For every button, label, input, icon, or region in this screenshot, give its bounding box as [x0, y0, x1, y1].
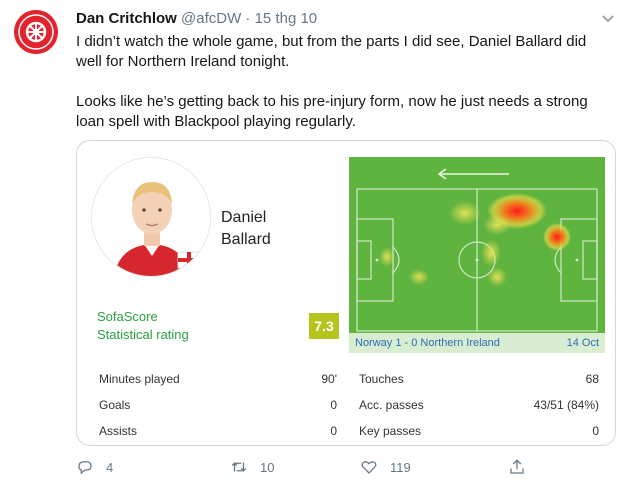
player-first-name: Daniel	[221, 209, 267, 226]
like-button[interactable]: 119	[360, 458, 411, 476]
stat-value: 0	[592, 424, 599, 438]
player-last-name: Ballard	[221, 231, 271, 248]
handle[interactable]: @afcDW	[181, 10, 241, 27]
stats-row: Goals 0 Acc. passes 43/51 (84%)	[77, 393, 615, 419]
share-icon	[510, 459, 524, 474]
rating-badge: 7.3	[309, 313, 339, 339]
like-icon	[361, 461, 377, 474]
stat-value: 0	[330, 424, 337, 438]
reply-icon	[78, 461, 92, 475]
retweet-icon	[231, 462, 247, 472]
media-card[interactable]: Daniel Ballard SofaScore Statistical rat…	[76, 140, 616, 446]
stat-label: Assists	[99, 424, 138, 438]
stat-label: Minutes played	[99, 372, 180, 386]
tweet-date[interactable]: 15 thg 10	[255, 10, 318, 27]
separator: ·	[245, 10, 251, 27]
match-date: 14 Oct	[566, 337, 599, 349]
like-count: 119	[390, 459, 411, 475]
stat-label: Acc. passes	[359, 398, 424, 412]
player-name: Daniel Ballard	[221, 207, 271, 251]
match-bar: Norway 1 - 0 Northern Ireland 14 Oct	[349, 333, 605, 353]
rating-label: Statistical rating	[97, 327, 189, 342]
match-result: Norway 1 - 0 Northern Ireland	[355, 337, 500, 349]
stat-value: 68	[585, 372, 599, 386]
user-avatar[interactable]	[14, 10, 58, 54]
tweet-paragraph-2: Looks like he’s getting back to his pre-…	[76, 93, 588, 130]
direction-arrow-icon	[437, 168, 509, 180]
tweet-paragraph-1: I didn’t watch the whole game, but from …	[76, 33, 587, 70]
stat-value: 0	[330, 398, 337, 412]
stats-table: Minutes played 90' Touches 68 Goals 0 Ac…	[77, 367, 615, 445]
player-photo	[91, 157, 211, 277]
tweet-actions: 4 10 119	[0, 456, 630, 480]
tweet-text: I didn’t watch the whole game, but from …	[76, 32, 616, 132]
stat-label: Key passes	[359, 424, 422, 438]
display-name[interactable]: Dan Critchlow	[76, 10, 177, 27]
chevron-down-icon[interactable]	[600, 10, 616, 26]
retweet-button[interactable]: 10	[230, 458, 274, 476]
reply-button[interactable]: 4	[76, 458, 113, 476]
heatmap-pitch	[349, 157, 605, 351]
stats-row: Minutes played 90' Touches 68	[77, 367, 615, 393]
retweet-count: 10	[260, 459, 275, 475]
stats-row: Assists 0 Key passes 0	[77, 419, 615, 445]
sofascore-label: SofaScore	[97, 309, 158, 324]
stat-label: Goals	[99, 398, 131, 412]
share-button[interactable]	[508, 458, 538, 476]
tweet-header: Dan Critchlow @afcDW · 15 thg 10	[76, 10, 317, 27]
northern-ireland-flag-icon	[177, 251, 201, 269]
stat-value: 90'	[321, 372, 337, 386]
cannon-logo-icon	[14, 10, 58, 54]
stat-label: Touches	[359, 372, 404, 386]
reply-count: 4	[106, 459, 114, 475]
stat-value: 43/51 (84%)	[533, 398, 599, 412]
